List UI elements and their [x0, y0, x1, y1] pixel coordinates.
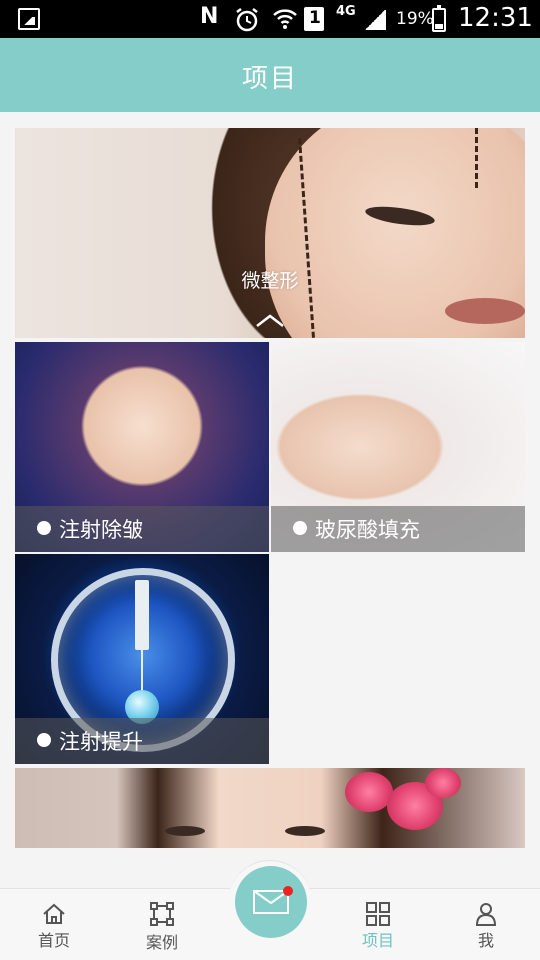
wifi-icon [273, 9, 297, 29]
sim-card-icon: 1 [304, 7, 324, 31]
nav-item-cases[interactable]: 案例 [122, 889, 202, 960]
bullet-dot-icon [37, 733, 51, 747]
network-type: 4G [336, 4, 356, 19]
bullet-dot-icon [293, 521, 307, 535]
nfc-icon: N [200, 4, 219, 29]
tile-label-bar: 玻尿酸填充 [271, 506, 525, 552]
category-banner-micro-plastic[interactable]: 微整形 [15, 128, 525, 338]
app-header: 项目 [0, 38, 540, 112]
tile-photo-needle [141, 650, 143, 694]
nav-label: 项目 [361, 931, 394, 950]
tile-label: 玻尿酸填充 [315, 518, 420, 542]
banner-photo-flower [345, 772, 393, 812]
battery-icon [432, 5, 446, 32]
sim-slot-number: 1 [309, 8, 321, 28]
gallery-notification-icon [18, 8, 40, 30]
banner-photo-flower [425, 768, 461, 798]
banner-caption: 微整形 [241, 270, 299, 292]
banner-photo-lips [445, 298, 525, 324]
nav-item-me[interactable]: 我 [446, 889, 526, 960]
grid-icon [366, 902, 390, 926]
tile-label-bar: 注射提升 [15, 718, 269, 764]
tile-label: 注射除皱 [59, 518, 143, 542]
tile-photo-syringe [135, 580, 149, 650]
nav-label: 案例 [145, 933, 178, 952]
notification-badge [283, 886, 293, 896]
banner-dashed-line [475, 128, 478, 188]
messages-button[interactable] [235, 866, 307, 938]
crop-frame-icon [150, 902, 174, 926]
tile-label-bar: 注射除皱 [15, 506, 269, 552]
category-banner-next[interactable] [15, 768, 525, 848]
page-title: 项目 [241, 64, 298, 94]
status-bar: N 1 4G 19% 12:31 [0, 0, 540, 38]
clock: 12:31 [458, 3, 533, 33]
home-icon [43, 903, 65, 924]
chevron-up-icon[interactable] [255, 306, 285, 336]
signal-icon [364, 10, 386, 30]
nav-item-home[interactable]: 首页 [14, 889, 94, 960]
battery-percentage: 19% [396, 9, 434, 29]
project-tile-wrinkle-injection[interactable]: 注射除皱 [15, 342, 269, 552]
nav-label: 首页 [37, 931, 70, 950]
nav-item-projects[interactable]: 项目 [338, 889, 418, 960]
banner-photo-eye [165, 826, 205, 836]
project-list[interactable]: 微整形 注射除皱 玻尿酸填充 注射提升 [0, 112, 540, 888]
nav-label: 我 [477, 931, 494, 950]
project-tile-hyaluronic-filler[interactable]: 玻尿酸填充 [271, 342, 525, 552]
banner-photo-eye [285, 826, 325, 836]
alarm-icon [236, 8, 258, 32]
project-tile-lift-injection[interactable]: 注射提升 [15, 554, 269, 764]
bullet-dot-icon [37, 521, 51, 535]
user-icon [475, 903, 497, 926]
tile-label: 注射提升 [59, 730, 143, 754]
